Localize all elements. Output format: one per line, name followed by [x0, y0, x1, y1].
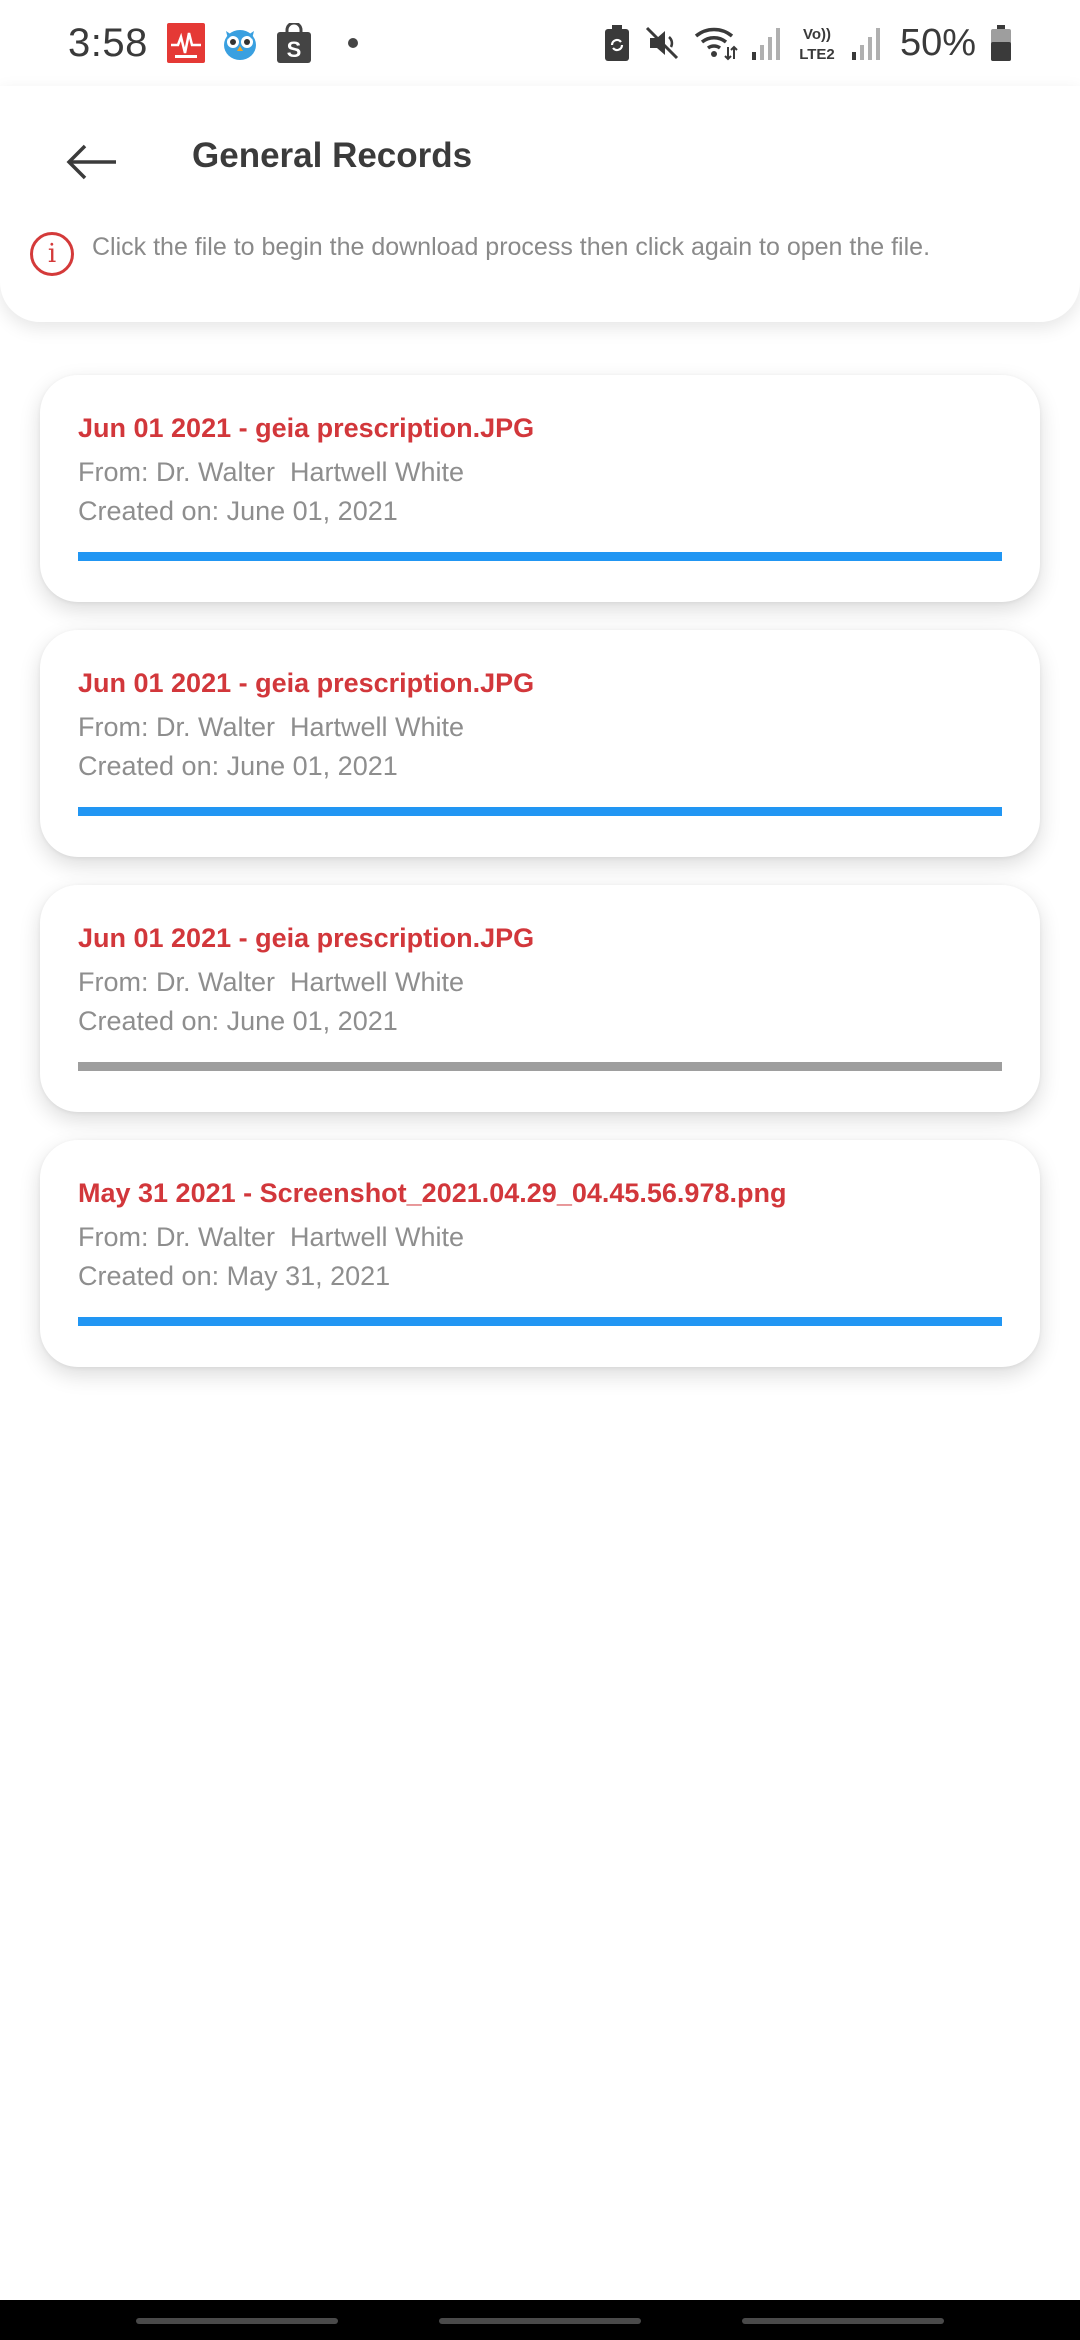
info-icon-glyph: i [47, 239, 57, 269]
download-progress-bar [78, 1062, 1002, 1071]
signal-icon [851, 26, 882, 60]
record-title: May 31 2021 - Screenshot_2021.04.29_04.4… [78, 1178, 787, 1208]
status-bar: 3:58 S Vo)) LTE2 50% [0, 0, 1080, 86]
owl-app-icon [220, 23, 260, 63]
download-progress-bar [78, 552, 1002, 561]
svg-text:Vo)): Vo)) [803, 26, 831, 43]
download-progress-fill [78, 552, 1002, 561]
svg-text:LTE2: LTE2 [799, 46, 835, 63]
record-from: From: Dr. Walter Hartwell White [78, 1222, 465, 1252]
record-title: Jun 01 2021 - geia prescription.JPG [78, 923, 535, 953]
volte-lte2-icon: Vo)) LTE2 [796, 23, 838, 63]
arrow-left-icon [66, 144, 116, 180]
wifi-icon [694, 25, 738, 61]
info-banner: i Click the file to begin the download p… [30, 232, 930, 276]
download-progress-bar [78, 807, 1002, 816]
download-progress-fill [78, 1062, 1002, 1071]
record-created-date: Created on: June 01, 2021 [78, 751, 398, 781]
record-card[interactable]: Jun 01 2021 - geia prescription.JPG From… [40, 630, 1040, 857]
back-button[interactable] [56, 126, 128, 198]
system-icons: Vo)) LTE2 50% [604, 22, 1012, 65]
record-created-date: Created on: June 01, 2021 [78, 1006, 398, 1036]
battery-saver-icon [604, 25, 630, 61]
info-icon: i [30, 232, 74, 276]
record-from: From: Dr. Walter Hartwell White [78, 967, 465, 997]
shopping-bag-icon: S [274, 23, 314, 63]
battery-icon [990, 25, 1012, 61]
download-progress-bar [78, 1317, 1002, 1326]
record-card[interactable]: Jun 01 2021 - geia prescription.JPG From… [40, 375, 1040, 602]
notification-dot [347, 38, 358, 48]
record-from: From: Dr. Walter Hartwell White [78, 457, 465, 487]
record-card[interactable]: May 31 2021 - Screenshot_2021.04.29_04.4… [40, 1140, 1040, 1367]
system-nav-bar [0, 2300, 1080, 2340]
ecg-app-icon [166, 23, 206, 63]
info-text: Click the file to begin the download pro… [92, 233, 931, 261]
record-created-date: Created on: May 31, 2021 [78, 1261, 391, 1291]
status-time: 3:58 [68, 20, 148, 65]
download-progress-fill [78, 807, 1002, 816]
mute-icon [644, 25, 680, 61]
nav-back-handle[interactable] [742, 2318, 944, 2324]
record-created-date: Created on: June 01, 2021 [78, 496, 398, 526]
signal-icon [751, 26, 782, 60]
record-from: From: Dr. Walter Hartwell White [78, 712, 465, 742]
nav-recents-handle[interactable] [136, 2318, 338, 2324]
records-list: Jun 01 2021 - geia prescription.JPG From… [40, 375, 1040, 1395]
notification-icons: S [166, 23, 358, 63]
svg-text:S: S [287, 37, 302, 62]
battery-percent: 50% [899, 21, 976, 64]
record-title: Jun 01 2021 - geia prescription.JPG [78, 668, 535, 698]
record-title: Jun 01 2021 - geia prescription.JPG [78, 413, 535, 443]
nav-home-handle[interactable] [439, 2318, 641, 2324]
page-title: General Records [192, 136, 473, 175]
record-card[interactable]: Jun 01 2021 - geia prescription.JPG From… [40, 885, 1040, 1112]
header-card: General Records i Click the file to begi… [0, 86, 1080, 322]
download-progress-fill [78, 1317, 1002, 1326]
